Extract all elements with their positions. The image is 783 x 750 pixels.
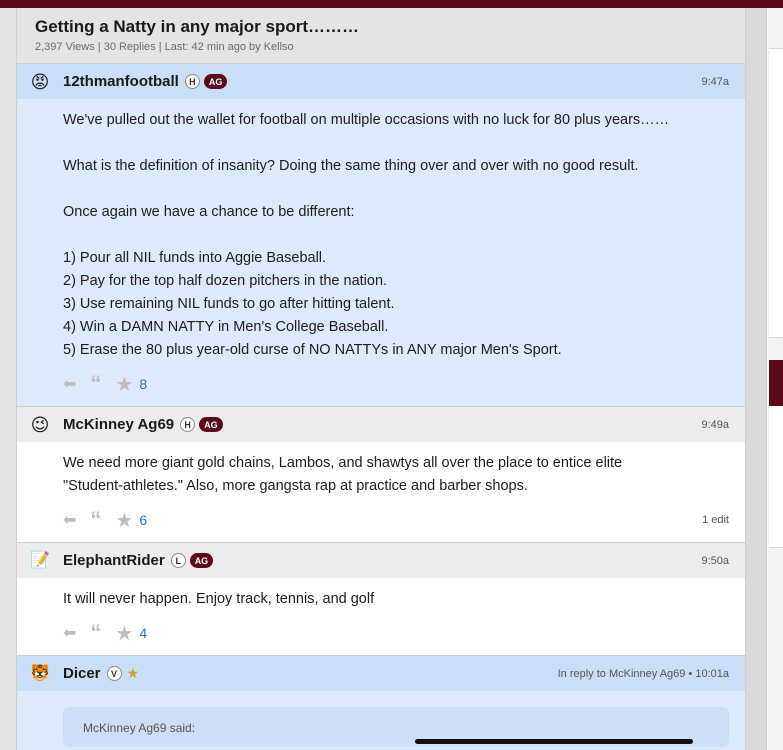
post-text-line xyxy=(63,178,725,201)
reply-arrow-icon[interactable]: ⬅ xyxy=(63,623,76,643)
thread-title[interactable]: Getting a Natty in any major sport……… xyxy=(35,16,745,38)
sidebar-card xyxy=(769,406,783,548)
quote-header[interactable]: McKinney Ag69 said: xyxy=(83,721,195,735)
post-actions: ⬅ “ ★ 6 1 edit xyxy=(17,498,745,542)
like-count[interactable]: 8 xyxy=(139,376,147,392)
post-text-line: 5) Erase the 80 plus year-old curse of N… xyxy=(63,342,562,358)
username[interactable]: Dicer xyxy=(63,665,101,682)
username[interactable]: ElephantRider xyxy=(63,552,165,569)
star-badge-icon: ★ xyxy=(126,665,140,681)
user-level-badge: V xyxy=(106,666,122,681)
post-body: We've pulled out the wallet for football… xyxy=(17,99,745,362)
post-text-line xyxy=(63,224,725,247)
ag-badge: AG xyxy=(189,553,214,568)
post-text-line: What is the definition of insanity? Doin… xyxy=(63,158,639,174)
post: 🐯 Dicer V ★ In reply to McKinney Ag69 • … xyxy=(17,656,745,750)
post-body: We need more giant gold chains, Lambos, … xyxy=(17,442,745,498)
post-body: It will never happen. Enjoy track, tenni… xyxy=(17,578,745,611)
user-level-badge: H xyxy=(180,417,196,432)
post-text-line xyxy=(63,132,725,155)
post-header: 📝 ElephantRider L AG 9:50a xyxy=(17,543,745,578)
post-actions: ⬅ “ ★ 4 xyxy=(17,611,745,655)
post-text-line: 1) Pour all NIL funds into Aggie Basebal… xyxy=(63,250,327,266)
post-header: 🐯 Dicer V ★ In reply to McKinney Ag69 • … xyxy=(17,656,745,691)
post-text-line: Once again we have a chance to be differ… xyxy=(63,204,355,220)
post: 😉 McKinney Ag69 H AG 9:49a We need more … xyxy=(17,407,745,543)
like-count[interactable]: 6 xyxy=(139,512,147,528)
star-icon[interactable]: ★ xyxy=(115,372,133,397)
username[interactable]: 12thmanfootball xyxy=(63,73,179,90)
post-text-line: "Student-athletes." Also, more gangsta r… xyxy=(63,478,528,494)
like-count[interactable]: 4 xyxy=(139,625,147,641)
wink-face-icon[interactable]: 😉 xyxy=(29,414,51,436)
right-sidebar xyxy=(766,8,783,750)
left-gutter xyxy=(0,8,16,750)
thread-meta: 2,397 Views | 30 Replies | Last: 42 min … xyxy=(35,41,294,53)
post-time[interactable]: 9:47a xyxy=(701,76,729,88)
notepad-icon[interactable]: 📝 xyxy=(29,550,51,572)
ag-badge: AG xyxy=(203,74,228,89)
username[interactable]: McKinney Ag69 xyxy=(63,416,174,433)
user-level-badge: L xyxy=(170,553,186,568)
quote-icon[interactable]: “ xyxy=(90,371,101,397)
sidebar-maroon-header xyxy=(769,360,783,406)
ag-badge: AG xyxy=(199,417,223,432)
thread-header: Getting a Natty in any major sport……… 2,… xyxy=(17,8,745,64)
tiger-icon[interactable]: 🐯 xyxy=(29,663,51,685)
post-time[interactable]: 9:50a xyxy=(701,555,729,567)
top-nav-bar xyxy=(0,0,783,8)
post-header: 😉 McKinney Ag69 H AG 9:49a xyxy=(17,407,745,442)
post: 📝 ElephantRider L AG 9:50a It will never… xyxy=(17,543,745,656)
star-icon[interactable]: ★ xyxy=(115,508,133,533)
reply-arrow-icon[interactable]: ⬅ xyxy=(63,510,76,530)
edit-note[interactable]: 1 edit xyxy=(702,514,729,526)
reply-arrow-icon[interactable]: ⬅ xyxy=(63,374,76,394)
angry-face-icon[interactable]: 😡 xyxy=(29,71,51,93)
thread-container: Getting a Natty in any major sport……… 2,… xyxy=(16,8,746,750)
star-icon[interactable]: ★ xyxy=(115,621,133,646)
quote-icon[interactable]: “ xyxy=(90,620,101,646)
post-text-line: We've pulled out the wallet for football… xyxy=(63,112,670,128)
sidebar-card xyxy=(769,48,783,338)
post-text-line: We need more giant gold chains, Lambos, … xyxy=(63,455,623,471)
post-text-line: It will never happen. Enjoy track, tenni… xyxy=(63,591,375,607)
post-text-line: 2) Pay for the top half dozen pitchers i… xyxy=(63,273,388,289)
home-indicator[interactable] xyxy=(415,739,693,744)
post-text-line: 3) Use remaining NIL funds to go after h… xyxy=(63,296,395,312)
post: 😡 12thmanfootball H AG 9:47a We've pulle… xyxy=(17,64,745,407)
post-actions: ⬅ “ ★ 8 xyxy=(17,362,745,406)
post-header: 😡 12thmanfootball H AG 9:47a xyxy=(17,64,745,99)
user-level-badge: H xyxy=(184,74,200,89)
post-time[interactable]: 9:49a xyxy=(701,419,729,431)
post-text-line: 4) Win a DAMN NATTY in Men's College Bas… xyxy=(63,319,389,335)
reply-info[interactable]: In reply to McKinney Ag69 • 10:01a xyxy=(558,668,729,680)
quote-icon[interactable]: “ xyxy=(90,507,101,533)
